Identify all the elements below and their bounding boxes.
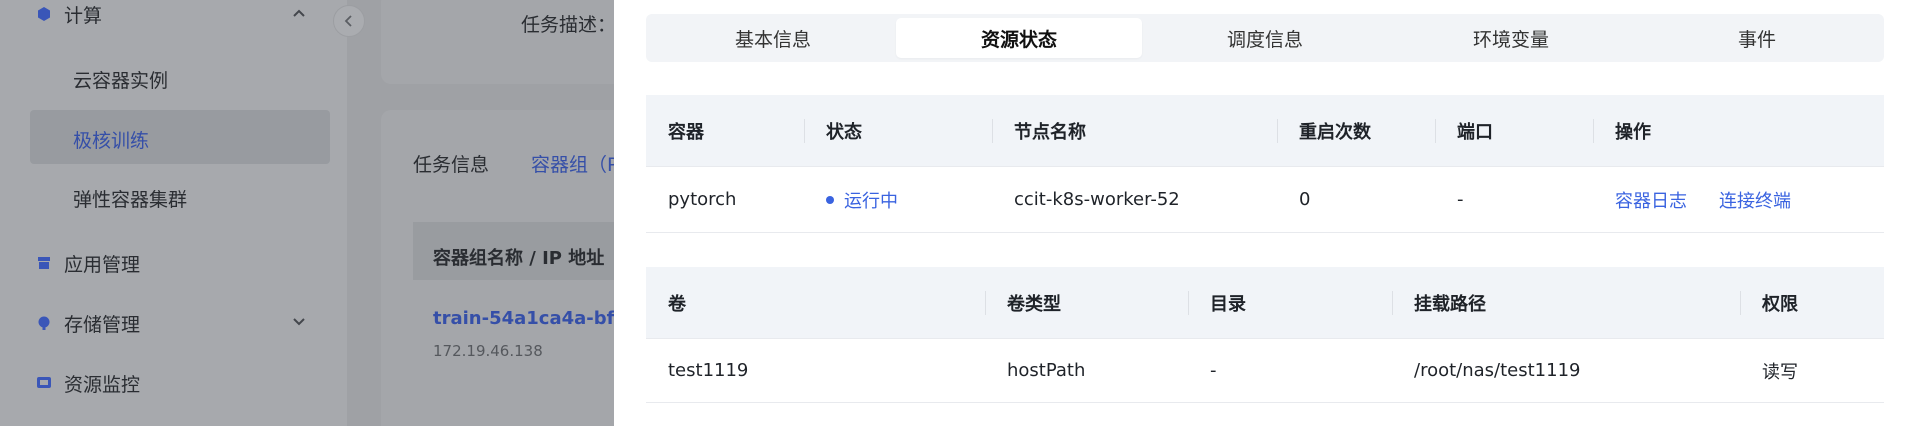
mount-path: /root/nas/test1119 <box>1414 360 1581 381</box>
sidebar-group-app[interactable]: 应用管理 <box>36 249 140 277</box>
permission: 读写 <box>1762 361 1798 383</box>
sidebar-group-storage[interactable]: 存储管理 <box>36 309 140 337</box>
tab-pod-group[interactable]: 容器组（P <box>531 150 618 177</box>
port: - <box>1457 189 1464 210</box>
table-header: 卷 卷类型 目录 挂载路径 权限 <box>646 267 1884 339</box>
col-actions: 操作 <box>1593 95 1884 166</box>
sidebar-group-label: 应用管理 <box>64 253 141 276</box>
monitor-icon <box>36 375 52 391</box>
tab-task-info[interactable]: 任务信息 <box>413 150 489 177</box>
col-permission: 权限 <box>1740 267 1884 338</box>
sidebar-item-elastic-cluster[interactable]: 弹性容器集群 <box>73 185 187 212</box>
status-text: 运行中 <box>844 190 898 212</box>
sidebar-group-label: 存储管理 <box>64 313 141 336</box>
col-volume-type: 卷类型 <box>985 267 1188 338</box>
col-mount-path: 挂载路径 <box>1392 267 1740 338</box>
sidebar-group-compute[interactable]: 计算 <box>36 0 102 28</box>
col-restart-count: 重启次数 <box>1277 95 1435 166</box>
storage-icon <box>36 315 52 331</box>
sidebar: 计算 云容器实例 极核训练 弹性容器集群 应用管理 存储管理 资源监控 <box>0 0 347 426</box>
status-dot-icon <box>826 195 834 204</box>
tab-resource-status[interactable]: 资源状态 <box>896 18 1142 58</box>
col-volume: 卷 <box>668 293 686 315</box>
restart-count: 0 <box>1299 189 1311 210</box>
tab-basic-info[interactable]: 基本信息 <box>650 18 896 58</box>
pod-table-header: 容器组名称 / IP 地址 <box>433 248 605 269</box>
tab-env-vars[interactable]: 环境变量 <box>1388 18 1634 58</box>
col-port: 端口 <box>1435 95 1593 166</box>
table-header: 容器 状态 节点名称 重启次数 端口 操作 <box>646 95 1884 167</box>
volume-type: hostPath <box>1007 360 1086 381</box>
chevron-up-icon[interactable] <box>288 2 310 24</box>
container-table: 容器 状态 节点名称 重启次数 端口 操作 pytorch 运行中 ccit-k… <box>646 95 1884 233</box>
table-row: pytorch 运行中 ccit-k8s-worker-52 0 - 容器日志 … <box>646 167 1884 233</box>
volume-table: 卷 卷类型 目录 挂载路径 权限 test1119 hostPath - /ro… <box>646 267 1884 403</box>
col-container: 容器 <box>668 121 704 143</box>
container-name: pytorch <box>668 189 737 210</box>
connect-terminal-link[interactable]: 连接终端 <box>1719 187 1791 213</box>
sidebar-group-label: 计算 <box>64 4 103 27</box>
sidebar-item-cloud-container[interactable]: 云容器实例 <box>73 66 168 93</box>
chevron-down-icon[interactable] <box>288 310 310 332</box>
drawer-tabs: 基本信息 资源状态 调度信息 环境变量 事件 <box>646 14 1884 62</box>
status-badge: 运行中 <box>804 187 992 213</box>
col-directory: 目录 <box>1188 267 1392 338</box>
task-desc-label: 任务描述： <box>521 14 617 36</box>
container-log-link[interactable]: 容器日志 <box>1615 187 1687 213</box>
sidebar-group-monitor[interactable]: 资源监控 <box>36 369 140 397</box>
app-icon <box>36 255 52 271</box>
detail-drawer: 基本信息 资源状态 调度信息 环境变量 事件 容器 状态 节点名称 重启次数 端… <box>614 0 1908 426</box>
sidebar-group-label: 资源监控 <box>64 373 141 396</box>
col-node-name: 节点名称 <box>992 95 1277 166</box>
actions-cell: 容器日志 连接终端 <box>1593 187 1884 213</box>
tab-scheduling-info[interactable]: 调度信息 <box>1142 18 1388 58</box>
collapse-sidebar-button[interactable] <box>333 5 365 37</box>
col-status: 状态 <box>804 95 992 166</box>
volume-dir: - <box>1210 360 1217 381</box>
sidebar-item-training[interactable]: 极核训练 <box>73 126 149 153</box>
tab-events[interactable]: 事件 <box>1634 18 1880 58</box>
node-name: ccit-k8s-worker-52 <box>1014 189 1180 210</box>
compute-icon <box>36 6 52 22</box>
pod-ip: 172.19.46.138 <box>433 342 543 360</box>
volume-name: test1119 <box>668 360 749 381</box>
table-row: test1119 hostPath - /root/nas/test1119 读… <box>646 339 1884 403</box>
chevron-left-icon <box>344 15 352 27</box>
